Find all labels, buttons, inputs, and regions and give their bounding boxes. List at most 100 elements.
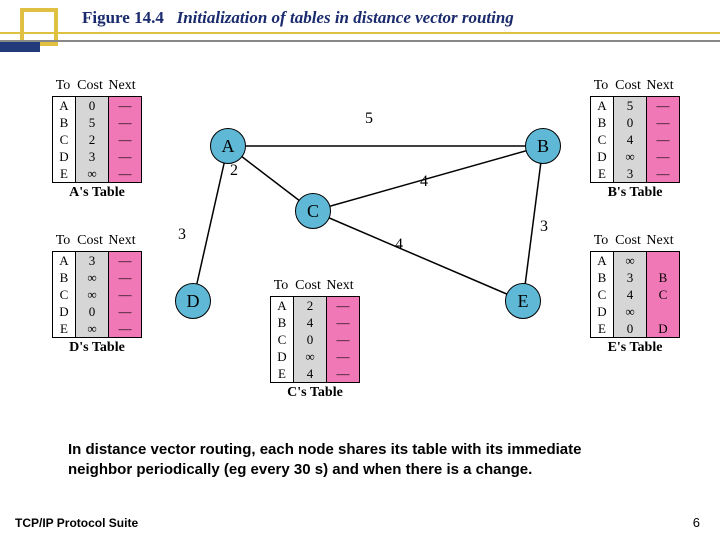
cell-cost: 3 xyxy=(76,252,108,269)
node-label: E xyxy=(518,291,529,312)
table-label: A's Table xyxy=(52,185,142,201)
cell-cost: 2 xyxy=(76,131,108,148)
cell-to: C xyxy=(591,286,613,303)
cell-cost: 3 xyxy=(76,148,108,165)
cell-next: D xyxy=(647,320,679,337)
col-header-to: To xyxy=(590,233,612,249)
col-header-next: Next xyxy=(644,78,676,94)
col-header-to: To xyxy=(590,78,612,94)
footer-source: TCP/IP Protocol Suite xyxy=(15,516,138,530)
cell-cost: 2 xyxy=(294,297,326,314)
col-header-cost: Cost xyxy=(612,233,644,249)
node-b: B xyxy=(525,128,561,164)
cell-next: — xyxy=(109,303,141,320)
cell-to: A xyxy=(271,297,293,314)
node-label: C xyxy=(307,201,319,222)
cell-cost: ∞ xyxy=(294,348,326,365)
cell-next: — xyxy=(109,269,141,286)
cell-cost: 0 xyxy=(294,331,326,348)
table-label: D's Table xyxy=(52,340,142,356)
node-c: C xyxy=(295,193,331,229)
cell-cost: ∞ xyxy=(76,286,108,303)
caption-text: In distance vector routing, each node sh… xyxy=(68,440,648,481)
cell-to: D xyxy=(53,303,75,320)
edge-weight: 3 xyxy=(540,218,548,236)
cell-next: — xyxy=(109,286,141,303)
cell-next: — xyxy=(109,148,141,165)
cell-cost: ∞ xyxy=(614,303,646,320)
col-header-to: To xyxy=(52,233,74,249)
cell-cost: 4 xyxy=(614,131,646,148)
cell-to: E xyxy=(53,320,75,337)
table-label: E's Table xyxy=(590,340,680,356)
cell-to: C xyxy=(271,331,293,348)
cell-cost: 0 xyxy=(76,303,108,320)
figure-caption: Initialization of tables in distance vec… xyxy=(177,8,514,27)
cell-to: A xyxy=(53,252,75,269)
col-header-next: Next xyxy=(106,233,138,249)
cell-to: B xyxy=(591,269,613,286)
cell-next: — xyxy=(647,131,679,148)
cell-to: B xyxy=(53,114,75,131)
col-header-next: Next xyxy=(644,233,676,249)
routing-table-e: ToCostNextABCDE∞34∞0BCDE's Table xyxy=(590,233,680,356)
page-number: 6 xyxy=(693,515,700,530)
cell-next xyxy=(647,303,679,320)
cell-next: — xyxy=(327,348,359,365)
table-label: B's Table xyxy=(590,185,680,201)
cell-next: — xyxy=(647,114,679,131)
cell-to: C xyxy=(53,286,75,303)
cell-to: D xyxy=(591,148,613,165)
figure-label: Figure 14.4 xyxy=(82,8,164,27)
cell-next: — xyxy=(109,252,141,269)
diagram: A B C D E 523434 ToCostNextABCDE0523∞———… xyxy=(0,78,720,418)
routing-table-d: ToCostNextABCDE3∞∞0∞—————D's Table xyxy=(52,233,142,356)
cell-next: — xyxy=(109,131,141,148)
cell-next: — xyxy=(647,165,679,182)
cell-cost: 3 xyxy=(614,165,646,182)
cell-cost: ∞ xyxy=(76,269,108,286)
cell-next: C xyxy=(647,286,679,303)
cell-cost: 4 xyxy=(614,286,646,303)
cell-cost: 0 xyxy=(76,97,108,114)
cell-to: D xyxy=(271,348,293,365)
cell-next: B xyxy=(647,269,679,286)
cell-to: E xyxy=(53,165,75,182)
col-header-cost: Cost xyxy=(292,278,324,294)
cell-to: C xyxy=(53,131,75,148)
table-label: C's Table xyxy=(270,385,360,401)
cell-next: — xyxy=(327,314,359,331)
cell-next: — xyxy=(647,148,679,165)
cell-to: A xyxy=(591,252,613,269)
routing-table-c: ToCostNextABCDE240∞4—————C's Table xyxy=(270,278,360,401)
col-header-next: Next xyxy=(324,278,356,294)
cell-to: D xyxy=(591,303,613,320)
decor-line xyxy=(0,40,720,42)
cell-next: — xyxy=(327,297,359,314)
col-header-to: To xyxy=(52,78,74,94)
decor-line xyxy=(0,32,720,34)
edge-weight: 2 xyxy=(230,162,238,180)
cell-to: A xyxy=(591,97,613,114)
cell-next: — xyxy=(327,331,359,348)
node-e: E xyxy=(505,283,541,319)
cell-to: E xyxy=(591,320,613,337)
col-header-cost: Cost xyxy=(74,78,106,94)
cell-cost: ∞ xyxy=(76,165,108,182)
cell-cost: ∞ xyxy=(614,148,646,165)
cell-next: — xyxy=(109,320,141,337)
cell-next: — xyxy=(109,114,141,131)
edge-weight: 3 xyxy=(178,226,186,244)
cell-cost: ∞ xyxy=(76,320,108,337)
cell-to: D xyxy=(53,148,75,165)
col-header-cost: Cost xyxy=(612,78,644,94)
cell-cost: 0 xyxy=(614,114,646,131)
edge-weight: 4 xyxy=(420,173,428,191)
node-label: B xyxy=(537,136,549,157)
figure-title: Figure 14.4 Initialization of tables in … xyxy=(82,8,514,28)
cell-next: — xyxy=(109,165,141,182)
cell-cost: 0 xyxy=(614,320,646,337)
node-d: D xyxy=(175,283,211,319)
edge-weight: 5 xyxy=(365,110,373,128)
node-label: A xyxy=(222,136,235,157)
